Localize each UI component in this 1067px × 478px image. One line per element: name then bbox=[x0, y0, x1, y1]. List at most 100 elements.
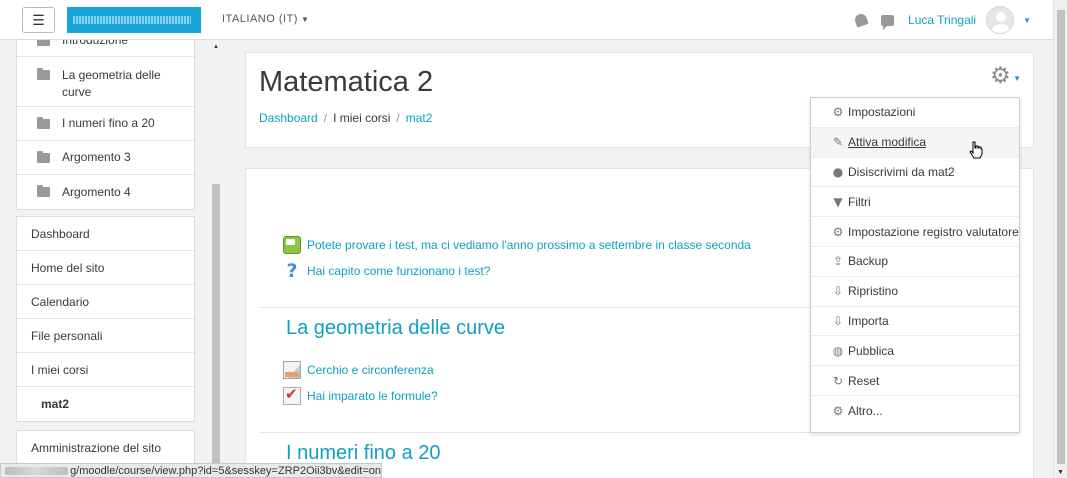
sidebar-item-introduzione[interactable]: Introduzione bbox=[17, 40, 194, 57]
sidebar-item-label: I miei corsi bbox=[31, 362, 89, 377]
activity-link[interactable]: Cerchio e circonferenza bbox=[307, 363, 434, 377]
main-nav-panel: Dashboard Home del sito Calendario File … bbox=[16, 216, 195, 422]
activity-link[interactable]: Hai capito come funzionano i test? bbox=[307, 264, 490, 278]
menu-item-reset[interactable]: ↻ Reset bbox=[811, 366, 1019, 396]
menu-item-attiva-modifica[interactable]: ✎ Attiva modifica bbox=[811, 127, 1019, 158]
breadcrumb-separator: / bbox=[396, 111, 400, 125]
globe-icon: ◍ bbox=[832, 343, 844, 358]
page-title: Matematica 2 bbox=[259, 66, 434, 98]
menu-toggle-button[interactable]: ☰ bbox=[22, 7, 55, 33]
sidebar-item-numeri[interactable]: I numeri fino a 20 bbox=[17, 107, 194, 141]
logo-text-blurred bbox=[73, 16, 191, 24]
menu-item-label: Altro... bbox=[848, 403, 883, 418]
sidebar-item-label: mat2 bbox=[41, 397, 70, 411]
menu-item-label: Reset bbox=[848, 373, 880, 388]
breadcrumb-mat2[interactable]: mat2 bbox=[406, 111, 433, 125]
gear-icon: ⚙ bbox=[832, 105, 844, 120]
nav-drawer: Introduzione La geometria delle curve I … bbox=[0, 40, 208, 478]
messages-icon[interactable] bbox=[881, 14, 895, 30]
status-url: g/moodle/course/view.php?id=5&sesskey=ZR… bbox=[70, 464, 381, 477]
breadcrumb: Dashboard / I miei corsi / mat2 bbox=[259, 111, 432, 125]
blurred-host bbox=[5, 466, 69, 475]
chevron-down-icon[interactable]: ▼ bbox=[1023, 16, 1031, 25]
page-icon bbox=[283, 361, 301, 379]
menu-item-label: Ripristino bbox=[848, 284, 899, 299]
breadcrumb-separator: / bbox=[323, 111, 328, 125]
sidebar-item-argomento-3[interactable]: Argomento 3 bbox=[17, 141, 194, 175]
gear-icon bbox=[990, 63, 1011, 89]
scroll-up-icon[interactable]: ▲ bbox=[213, 44, 219, 50]
menu-item-label: Impostazioni bbox=[848, 105, 916, 120]
menu-item-registro-valutatore[interactable]: ⚙ Impostazione registro valutatore bbox=[811, 217, 1019, 247]
sidebar-item-geometria[interactable]: La geometria delle curve bbox=[17, 57, 194, 107]
download-icon: ⇩ bbox=[832, 284, 844, 299]
sidebar-item-home[interactable]: Home del sito bbox=[17, 251, 194, 285]
sidebar-item-label: Home del sito bbox=[31, 260, 105, 275]
breadcrumb-dashboard[interactable]: Dashboard bbox=[259, 111, 318, 125]
menu-item-label: Impostazione registro valutatore bbox=[848, 224, 1019, 239]
site-logo[interactable] bbox=[67, 7, 201, 33]
activity-link[interactable]: Hai imparato le formule? bbox=[307, 389, 438, 403]
filter-icon: ▼ bbox=[833, 194, 843, 209]
sidebar-item-label: File personali bbox=[31, 328, 103, 343]
menu-item-label: Backup bbox=[848, 254, 889, 269]
menu-item-pubblica[interactable]: ◍ Pubblica bbox=[811, 336, 1019, 367]
hamburger-icon: ☰ bbox=[32, 11, 45, 28]
sidebar-item-dashboard[interactable]: Dashboard bbox=[17, 217, 194, 251]
menu-item-impostazioni[interactable]: ⚙ Impostazioni bbox=[811, 98, 1019, 128]
sidebar-item-label: La geometria delle curve bbox=[62, 68, 161, 99]
top-navbar: ☰ ITALIANO (IT) ▼ Luca Tringali ▼ bbox=[0, 0, 1067, 40]
sidebar-item-argomento-4[interactable]: Argomento 4 bbox=[17, 175, 194, 209]
activity-forum[interactable]: Potete provare i test, ma ci vediamo l'a… bbox=[283, 236, 751, 254]
menu-item-filtri[interactable]: ▼ Filtri bbox=[811, 187, 1019, 218]
page-scrollbar-thumb[interactable] bbox=[1057, 10, 1065, 464]
sidebar-item-label: Introduzione bbox=[62, 40, 129, 47]
avatar[interactable] bbox=[986, 6, 1015, 34]
folder-icon bbox=[37, 116, 50, 129]
user-name-link[interactable]: Luca Tringali bbox=[908, 13, 976, 27]
activity-quiz[interactable]: Hai imparato le formule? bbox=[283, 385, 438, 405]
drawer-scrollbar[interactable]: ▲ bbox=[209, 40, 223, 478]
notification-bell-icon[interactable] bbox=[853, 12, 869, 28]
quiz-icon bbox=[283, 385, 301, 405]
refresh-icon: ↻ bbox=[832, 373, 844, 388]
sidebar-item-calendario[interactable]: Calendario bbox=[17, 285, 194, 319]
breadcrumb-miei-corsi[interactable]: I miei corsi bbox=[333, 111, 390, 125]
menu-item-ripristino[interactable]: ⇩ Ripristino bbox=[811, 277, 1019, 307]
sidebar-item-file-personali[interactable]: File personali bbox=[17, 319, 194, 353]
drawer-scrollbar-thumb[interactable] bbox=[212, 184, 220, 478]
menu-item-backup[interactable]: ⇪ Backup bbox=[811, 247, 1019, 277]
section-title[interactable]: La geometria delle curve bbox=[286, 317, 505, 340]
menu-item-label: Disiscrivimi da mat2 bbox=[848, 164, 955, 179]
download-icon: ⇩ bbox=[832, 313, 844, 328]
activity-page[interactable]: Cerchio e circonferenza bbox=[283, 361, 434, 379]
upload-icon: ⇪ bbox=[832, 254, 844, 269]
course-actions-menu-button[interactable]: ▼ bbox=[990, 63, 1021, 89]
scroll-down-icon[interactable]: ▼ bbox=[1057, 469, 1064, 476]
forum-icon bbox=[283, 236, 301, 254]
sidebar-item-mat2[interactable]: mat2 bbox=[17, 387, 194, 421]
page-scrollbar[interactable]: ▼ bbox=[1053, 0, 1067, 478]
sidebar-item-label: Calendario bbox=[31, 294, 90, 309]
chevron-down-icon: ▼ bbox=[300, 15, 310, 24]
folder-icon bbox=[37, 68, 50, 80]
menu-item-label: Pubblica bbox=[848, 343, 895, 358]
menu-item-importa[interactable]: ⇩ Importa bbox=[811, 307, 1019, 337]
activity-question[interactable]: ? Hai capito come funzionano i test? bbox=[283, 262, 490, 281]
sidebar-item-amministrazione[interactable]: Amministrazione del sito bbox=[17, 431, 194, 465]
hand-cursor-icon bbox=[969, 141, 983, 159]
gear-icon: ⚙ bbox=[832, 403, 844, 418]
folder-icon bbox=[37, 150, 50, 163]
menu-item-disiscrivimi[interactable]: ● Disiscrivimi da mat2 bbox=[811, 158, 1019, 188]
activity-link[interactable]: Potete provare i test, ma ci vediamo l'a… bbox=[307, 238, 751, 252]
section-divider bbox=[259, 432, 811, 433]
user-nav: Luca Tringali ▼ bbox=[853, 6, 1031, 34]
folder-icon bbox=[37, 185, 50, 197]
user-icon: ● bbox=[832, 164, 844, 179]
sidebar-item-label: Dashboard bbox=[31, 226, 90, 241]
sidebar-item-miei-corsi[interactable]: I miei corsi bbox=[17, 353, 194, 387]
section-title[interactable]: I numeri fino a 20 bbox=[286, 442, 441, 465]
language-menu[interactable]: ITALIANO (IT) ▼ bbox=[222, 13, 309, 25]
menu-item-altro[interactable]: ⚙ Altro... bbox=[811, 396, 1019, 426]
menu-item-label: Filtri bbox=[848, 194, 871, 209]
